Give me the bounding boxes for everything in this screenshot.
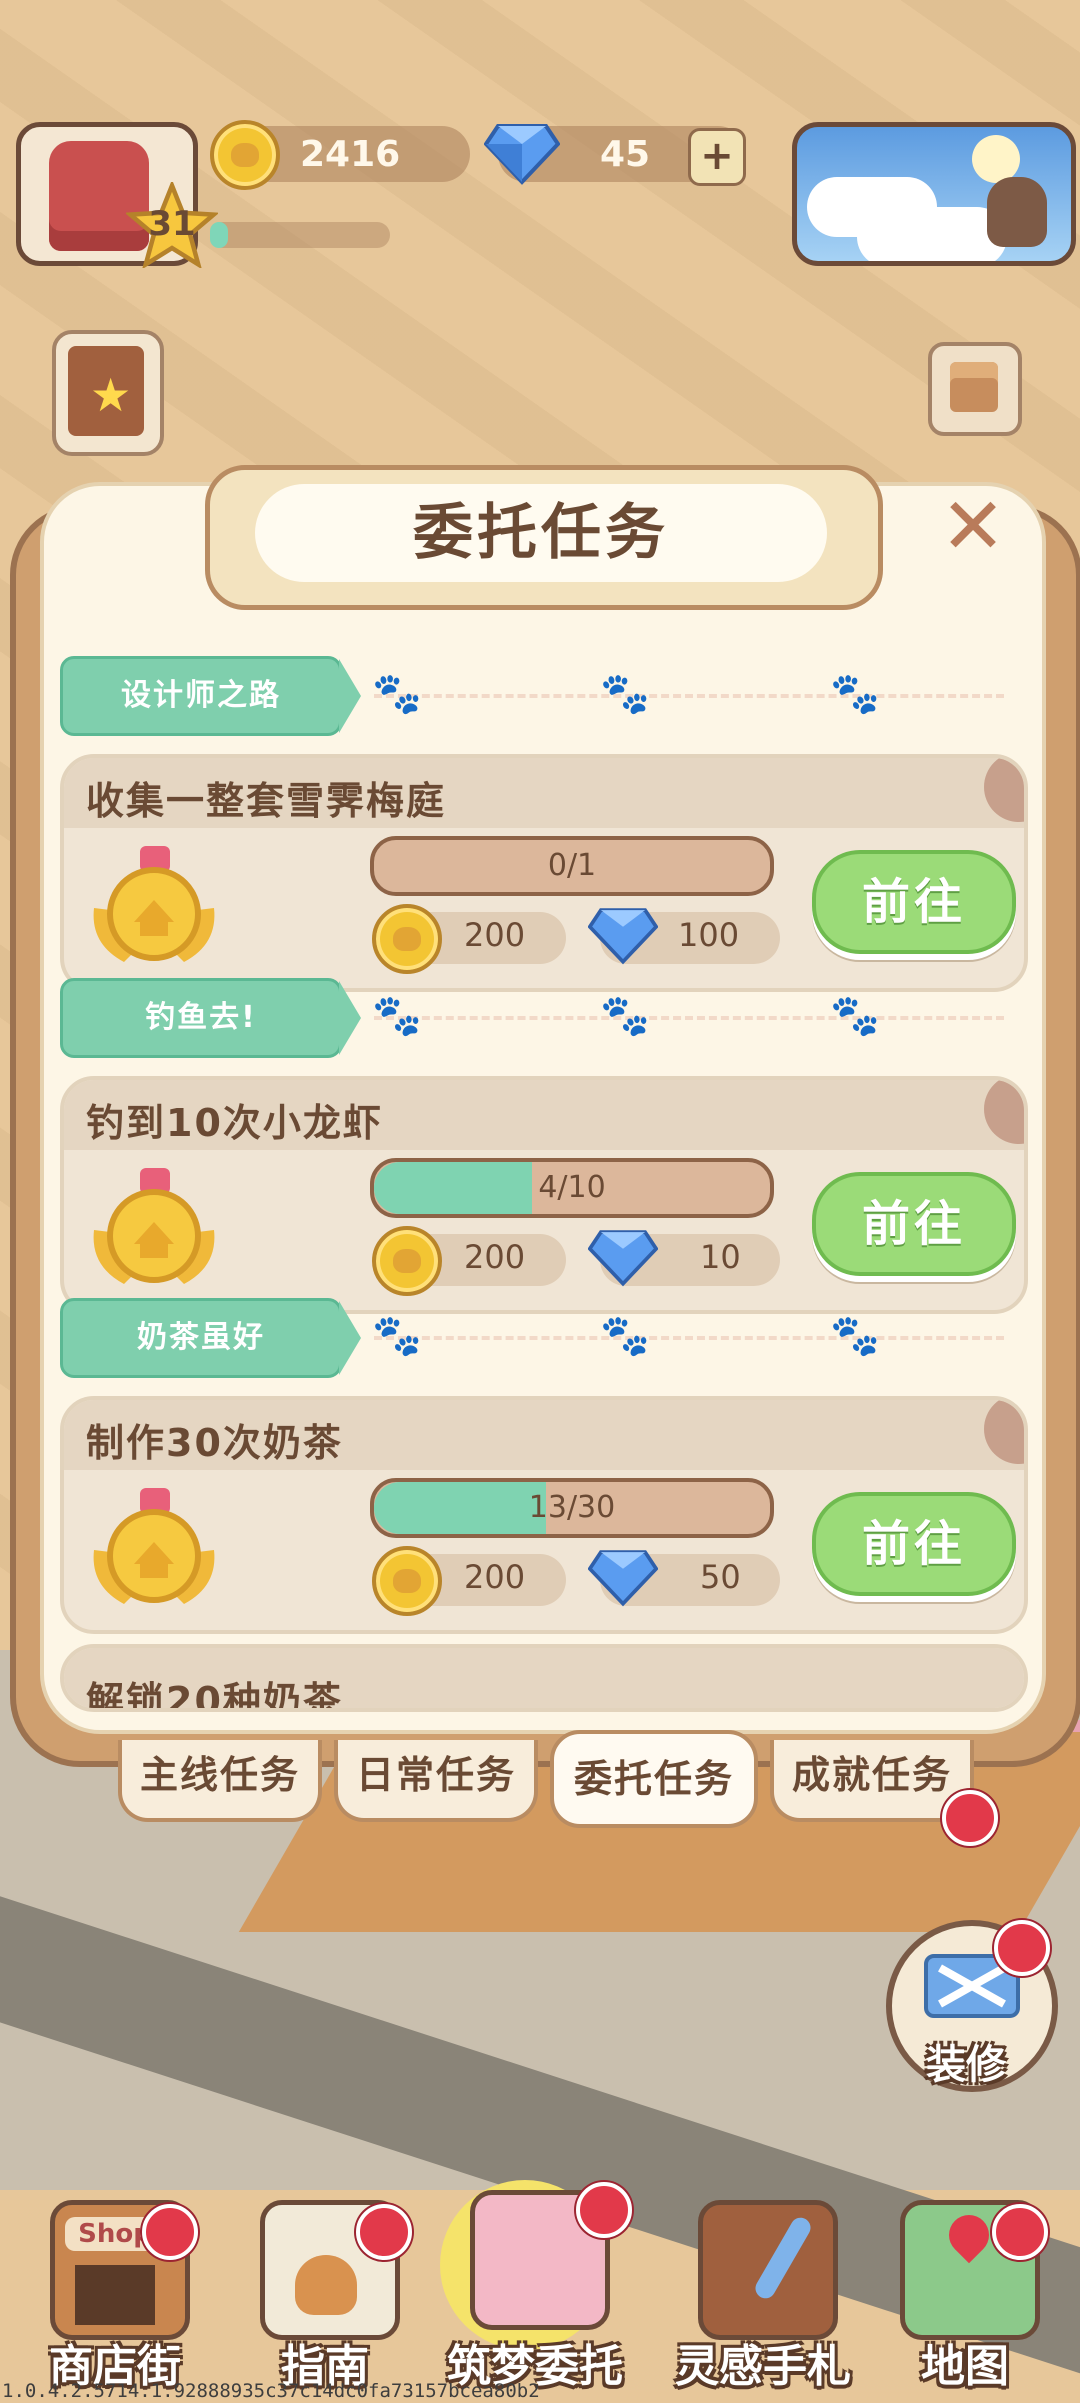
gold-medal-icon bbox=[93, 846, 215, 962]
cloud-icon bbox=[857, 207, 1007, 261]
go-button[interactable]: 前往 bbox=[812, 1172, 1016, 1276]
paw-icon: 🐾 bbox=[600, 993, 650, 1039]
section-divider bbox=[374, 694, 1004, 698]
panel-title: 委托任务 bbox=[413, 498, 669, 568]
gem-reward-amount: 10 bbox=[700, 1238, 741, 1276]
corgi-coin-icon bbox=[372, 1546, 442, 1616]
section-tag-designer: 设计师之路 bbox=[60, 656, 361, 736]
section-tag-fishing: 钓鱼去! bbox=[60, 978, 361, 1058]
task-progress-text: 0/1 bbox=[547, 848, 597, 883]
task-progress-bar: 13/30 bbox=[370, 1478, 774, 1538]
panel-title-plate: 委托任务 bbox=[205, 465, 883, 610]
section-tag-milktea: 奶茶虽好 bbox=[60, 1298, 361, 1378]
nav-guide[interactable]: 指南 bbox=[230, 2180, 420, 2392]
bear-figure bbox=[987, 177, 1047, 247]
paw-icon: 🐾 bbox=[830, 993, 880, 1039]
corgi-coin-icon bbox=[372, 1226, 442, 1296]
xp-bar bbox=[210, 222, 390, 248]
blue-diamond-icon bbox=[484, 124, 560, 185]
notification-dot bbox=[994, 1920, 1050, 1976]
nav-label: 地图 bbox=[921, 2341, 1009, 2392]
xp-bar-fill bbox=[210, 222, 228, 248]
close-icon[interactable]: ✕ bbox=[936, 488, 1010, 566]
nav-label: 灵感手札 bbox=[675, 2341, 851, 2392]
paw-icon: 🐾 bbox=[830, 1313, 880, 1359]
notification-dot bbox=[356, 2204, 412, 2260]
task-card-partial: 解锁20种奶茶 bbox=[60, 1644, 1028, 1712]
quill bbox=[751, 2214, 815, 2302]
go-button[interactable]: 前往 bbox=[812, 850, 1016, 954]
blue-diamond-icon bbox=[588, 1230, 658, 1287]
notification-dot bbox=[142, 2204, 198, 2260]
shop-door bbox=[75, 2265, 155, 2325]
gem-amount: 45 bbox=[600, 134, 651, 175]
box-icon bbox=[950, 362, 998, 412]
paw-icon: 🐾 bbox=[372, 671, 422, 717]
nav-map[interactable]: 地图 bbox=[870, 2180, 1060, 2392]
nav-shop-street[interactable]: Shop 商店街 bbox=[20, 2180, 210, 2392]
star-icon: ★ bbox=[90, 368, 132, 422]
quill-book-icon bbox=[698, 2200, 838, 2340]
task-card: 收集一整套雪霁梅庭 0/1 200 100 前往 bbox=[60, 754, 1028, 992]
paw-icon: 🐾 bbox=[600, 1313, 650, 1359]
task-progress-bar: 4/10 bbox=[370, 1158, 774, 1218]
gold-medal-icon bbox=[93, 1168, 215, 1284]
task-title: 解锁20种奶茶 bbox=[86, 1679, 343, 1712]
task-progress-bar: 0/1 bbox=[370, 836, 774, 896]
add-gems-button[interactable]: + bbox=[688, 128, 746, 186]
coin-amount: 2416 bbox=[300, 134, 401, 175]
commission-task-panel: 设计师之路 🐾 🐾 🐾 收集一整套雪霁梅庭 0/1 200 100 前往 钓鱼去… bbox=[40, 482, 1046, 1734]
gem-reward-amount: 50 bbox=[700, 1558, 741, 1596]
coin-reward-amount: 200 bbox=[464, 1558, 526, 1596]
blue-diamond-icon bbox=[588, 1550, 658, 1607]
gold-medal-icon bbox=[93, 1488, 215, 1604]
task-card: 钓到10次小龙虾 4/10 200 10 前往 bbox=[60, 1076, 1028, 1314]
paw-icon: 🐾 bbox=[372, 993, 422, 1039]
weather-time-widget[interactable] bbox=[792, 122, 1076, 266]
sun-icon bbox=[972, 135, 1020, 183]
task-card: 制作30次奶茶 13/30 200 50 前往 bbox=[60, 1396, 1028, 1634]
paw-icon: 🐾 bbox=[600, 671, 650, 717]
player-level: 31 bbox=[148, 204, 196, 244]
blue-diamond-icon bbox=[588, 908, 658, 965]
nav-inspiration-notes[interactable]: 灵感手札 bbox=[668, 2180, 858, 2392]
inventory-box-button[interactable] bbox=[928, 342, 1022, 436]
corgi-coin-icon bbox=[210, 120, 280, 190]
go-button[interactable]: 前往 bbox=[812, 1492, 1016, 1596]
collection-book-button[interactable]: ★ bbox=[52, 330, 164, 456]
decorate-label: 装修 bbox=[926, 2042, 1006, 2088]
paw-icon: 🐾 bbox=[372, 1313, 422, 1359]
version-string: 1.0.4.2.5714.1.92888935c37c14dc0fa73157b… bbox=[2, 2380, 540, 2402]
tab-main-quest[interactable]: 主线任务 bbox=[118, 1740, 322, 1822]
book-icon: ★ bbox=[68, 346, 144, 436]
notification-dot bbox=[576, 2182, 632, 2238]
notification-dot bbox=[942, 1790, 998, 1846]
coin-reward-amount: 200 bbox=[464, 916, 526, 954]
task-progress-text: 13/30 bbox=[528, 1490, 616, 1525]
gem-reward-amount: 100 bbox=[678, 916, 740, 954]
coin-reward-amount: 200 bbox=[464, 1238, 526, 1276]
corgi-coin-icon bbox=[372, 904, 442, 974]
section-divider bbox=[374, 1016, 1004, 1020]
task-title: 钓到10次小龙虾 bbox=[86, 1101, 383, 1145]
section-divider bbox=[374, 1336, 1004, 1340]
tab-commission-quest[interactable]: 委托任务 bbox=[550, 1730, 758, 1828]
notification-dot bbox=[992, 2204, 1048, 2260]
task-title: 制作30次奶茶 bbox=[86, 1421, 343, 1465]
map-pin bbox=[940, 2206, 998, 2264]
corgi-face bbox=[295, 2255, 357, 2315]
tab-daily-quest[interactable]: 日常任务 bbox=[334, 1740, 538, 1822]
nav-dream-commission[interactable]: 筑梦委托 bbox=[440, 2180, 632, 2392]
paw-icon: 🐾 bbox=[830, 671, 880, 717]
task-title: 收集一整套雪霁梅庭 bbox=[86, 779, 447, 823]
task-progress-text: 4/10 bbox=[538, 1170, 606, 1205]
